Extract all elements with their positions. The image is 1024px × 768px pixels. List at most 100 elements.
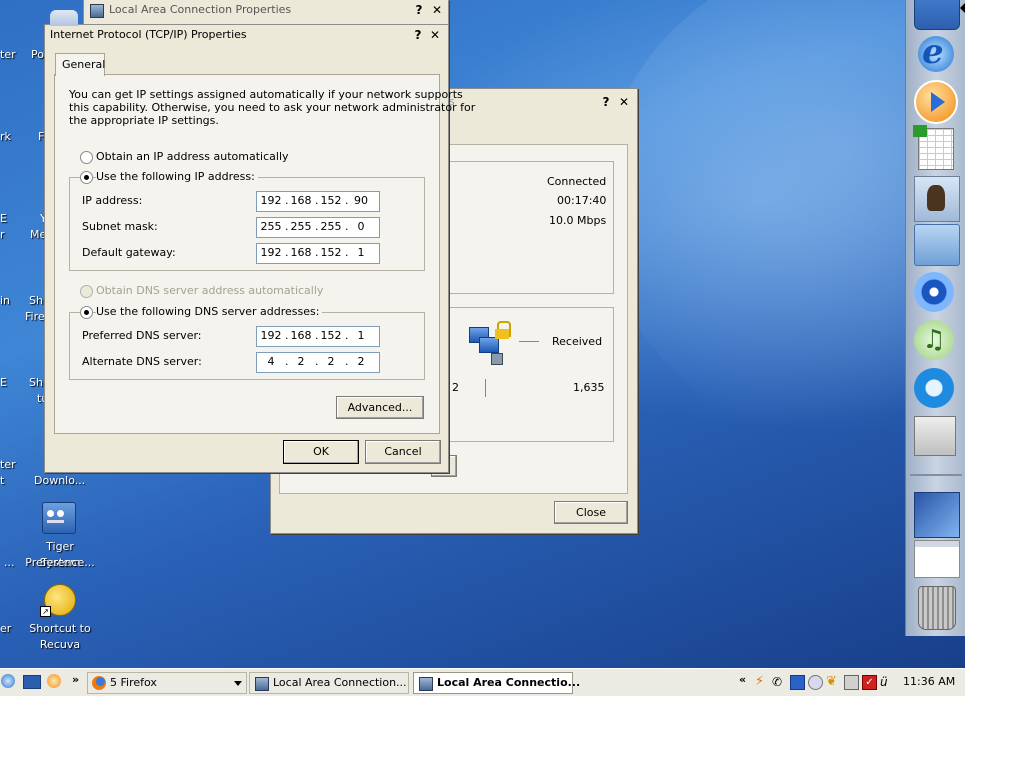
radio-manual-dns[interactable]	[80, 306, 93, 319]
radio-auto-ip[interactable]	[80, 151, 93, 164]
taskbar-firefox-group[interactable]: 5 Firefox	[87, 672, 247, 694]
disk-icon[interactable]	[790, 675, 805, 690]
network-tray-icon[interactable]	[844, 675, 859, 690]
help-button[interactable]: ?	[411, 3, 427, 18]
spreadsheet-icon[interactable]	[913, 125, 954, 170]
desktop-label-fragment: Po	[31, 48, 44, 61]
gateway-octet: 168	[290, 246, 312, 259]
default-gateway-label: Default gateway:	[82, 246, 176, 259]
trash-icon[interactable]	[918, 586, 956, 630]
security-icon[interactable]: ❦	[826, 674, 840, 690]
folder-icon[interactable]	[914, 224, 960, 266]
ip-octet: 168	[290, 194, 312, 207]
music-icon[interactable]: ♫	[914, 320, 954, 360]
internet-explorer-icon[interactable]: e	[914, 32, 958, 76]
connection-status-value: Connected	[547, 175, 607, 188]
recuva-label-line2: Recuva	[39, 638, 81, 651]
tab-general-label: General	[62, 58, 106, 71]
lightning-icon[interactable]: ⚡	[755, 674, 769, 690]
radio-auto-ip-label[interactable]: Obtain an IP address automatically	[96, 150, 289, 163]
tray-icons: ⚡ ✆ ❦ ✓ ü	[755, 674, 895, 690]
phone-icon[interactable]: ✆	[772, 674, 786, 690]
dvd-icon[interactable]	[914, 272, 954, 312]
desktop: ter rk E r in E ter t Po F Y Me Sh Fire …	[0, 0, 965, 668]
alternate-dns-label: Alternate DNS server:	[82, 355, 202, 368]
intro-text-line2: this capability. Otherwise, you need to …	[69, 101, 476, 114]
dns-octet: 1	[357, 329, 365, 342]
ip-address-field[interactable]: 192. 168. 152. 90	[256, 191, 380, 212]
desktop-label-fragment: t	[0, 474, 5, 487]
quicktime-icon[interactable]	[914, 368, 954, 408]
smiley-icon[interactable]	[808, 675, 823, 690]
intro-text-line1: You can get IP settings assigned automat…	[69, 88, 463, 101]
system-prefs-icon[interactable]	[914, 416, 956, 456]
ip-octet: 152	[320, 194, 342, 207]
advanced-button[interactable]: Advanced...	[336, 396, 424, 419]
window-icon[interactable]	[914, 540, 960, 578]
activity-line	[519, 341, 539, 342]
cancel-button[interactable]: Cancel	[365, 440, 441, 464]
subnet-octet: 255	[290, 220, 312, 233]
help-button[interactable]: ?	[598, 95, 614, 110]
preferred-dns-field[interactable]: 192. 168. 152. 1	[256, 326, 380, 347]
network-connection-icon	[90, 4, 104, 18]
preferred-dns-label: Preferred DNS server:	[82, 329, 202, 342]
desktop-icon-downloads-label[interactable]: Downlo...	[34, 473, 85, 489]
ok-button[interactable]: OK	[283, 440, 359, 464]
subnet-octet: 0	[357, 220, 365, 233]
tcpip-properties-dialog: Internet Protocol (TCP/IP) Properties ? …	[44, 24, 475, 473]
gateway-octet: 192	[260, 246, 282, 259]
default-gateway-field[interactable]: 192. 168. 152. 1	[256, 243, 380, 264]
taskbar-task1-label: Local Area Connection...	[273, 676, 407, 689]
media-player-icon[interactable]	[914, 80, 958, 124]
taskbar: » 5 Firefox Local Area Connection... Loc…	[0, 668, 965, 696]
close-icon[interactable]: ✕	[616, 95, 632, 110]
desktop-label-fragment: ter	[0, 458, 16, 471]
finder-icon[interactable]	[914, 0, 960, 30]
network-app-icon[interactable]	[914, 492, 960, 538]
close-icon[interactable]: ✕	[427, 28, 443, 43]
desktop-label-fragment: ter	[0, 48, 16, 61]
ip-octet: 90	[354, 194, 368, 207]
mail-eagle-icon[interactable]	[914, 176, 960, 222]
tab-general[interactable]: General	[55, 53, 105, 76]
taskbar-lac-properties[interactable]: Local Area Connection...	[249, 672, 409, 694]
gateway-octet: 152	[320, 246, 342, 259]
quick-launch-desktop-icon[interactable]	[23, 675, 41, 689]
status-close-button[interactable]: Close	[554, 501, 628, 524]
desktop-label-fragment: E	[0, 376, 7, 389]
desktop-icon-partial[interactable]	[50, 10, 78, 26]
desktop-label-fragment: er	[0, 622, 12, 635]
radio-manual-dns-label[interactable]: Use the following DNS server addresses:	[96, 305, 323, 318]
activity-divider	[485, 379, 486, 397]
clock[interactable]: 11:36 AM	[903, 675, 955, 688]
quick-launch-chat-icon[interactable]	[1, 674, 15, 688]
quick-launch-player-icon[interactable]	[47, 674, 61, 688]
taskbar-lac-status-active[interactable]: Local Area Connectio...	[413, 672, 580, 694]
italic-u-icon[interactable]: ü	[880, 674, 894, 690]
ip-octet: 192	[260, 194, 282, 207]
close-icon[interactable]: ✕	[429, 3, 445, 18]
subnet-octet: 255	[260, 220, 282, 233]
radio-manual-ip-label[interactable]: Use the following IP address:	[96, 170, 258, 183]
quick-launch-more[interactable]: »	[72, 673, 79, 686]
radio-auto-dns-label[interactable]: Obtain DNS server address automatically	[96, 284, 323, 297]
alternate-dns-field[interactable]: 4. 2. 2. 2	[256, 352, 380, 373]
network-connection-icon	[255, 677, 269, 691]
dns-octet: 4	[267, 355, 275, 368]
desktop-label-fragment: Sh	[29, 376, 43, 389]
subnet-mask-label: Subnet mask:	[82, 220, 158, 233]
dns-octet: 152	[320, 329, 342, 342]
desktop-label-fragment: E	[0, 212, 7, 225]
desktop-icon-tiger-prefs[interactable]: Tiger System Preference...	[24, 500, 96, 570]
antivirus-icon[interactable]: ✓	[862, 675, 877, 690]
ip-address-label: IP address:	[82, 194, 143, 207]
desktop-icon-recuva[interactable]: ↗ Shortcut to Recuva	[24, 582, 96, 652]
help-button[interactable]: ?	[410, 28, 426, 43]
radio-manual-ip[interactable]	[80, 171, 93, 184]
dropdown-arrow-icon	[234, 681, 242, 686]
radio-auto-dns[interactable]	[80, 285, 93, 298]
dock-collapse-arrow[interactable]	[960, 3, 965, 13]
subnet-mask-field[interactable]: 255. 255. 255. 0	[256, 217, 380, 238]
tray-expand[interactable]: «	[739, 673, 746, 686]
